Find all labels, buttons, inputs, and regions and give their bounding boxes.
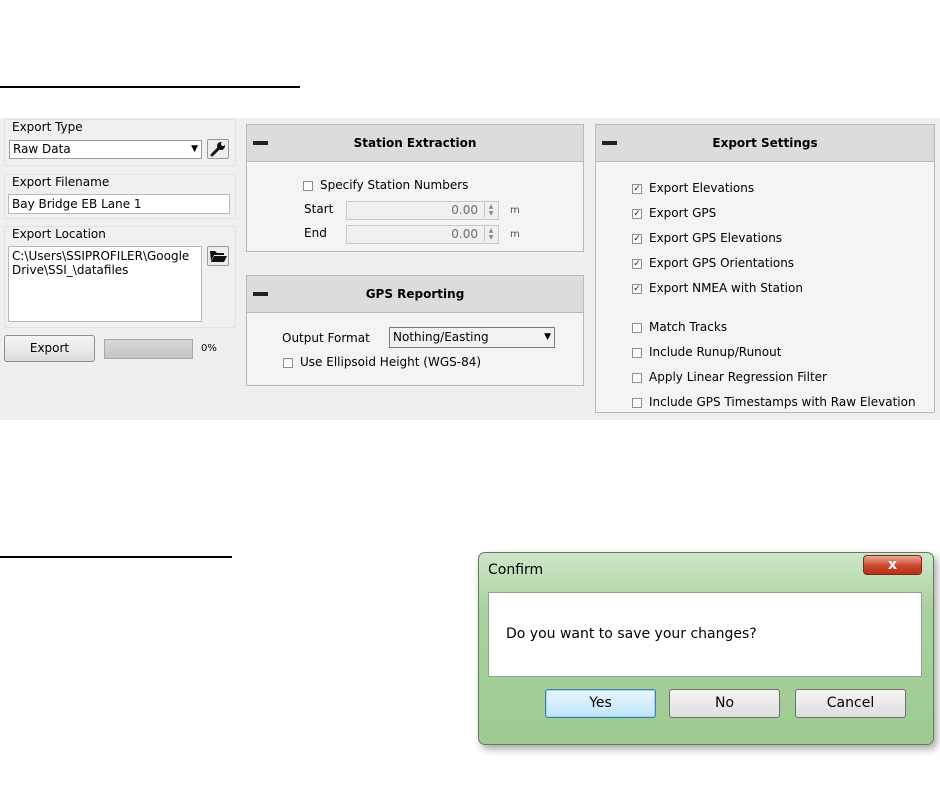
chevron-down-icon: ▼ bbox=[191, 144, 198, 154]
specify-station-label: Specify Station Numbers bbox=[320, 178, 469, 192]
station-extraction-section: Station Extraction Specify Station Numbe… bbox=[246, 124, 584, 252]
stepper-arrows-icon[interactable]: ▲ ▼ bbox=[484, 203, 497, 218]
export-panel: Export Type Raw Data ▼ Export Filename B… bbox=[0, 118, 940, 420]
start-label: Start bbox=[304, 202, 334, 216]
export-option-checkbox[interactable] bbox=[632, 398, 642, 408]
yes-button[interactable]: Yes bbox=[545, 689, 656, 718]
export-option-label: Export Elevations bbox=[649, 181, 755, 195]
export-option-label: Include GPS Timestamps with Raw Elevatio… bbox=[649, 395, 916, 409]
export-option-checkbox[interactable] bbox=[632, 348, 642, 358]
export-type-value: Raw Data bbox=[13, 142, 71, 156]
wrench-icon bbox=[210, 142, 225, 157]
export-settings-header[interactable]: Export Settings bbox=[596, 125, 934, 162]
end-stepper[interactable]: 0.00 ▲ ▼ bbox=[346, 225, 499, 244]
specify-station-checkbox[interactable] bbox=[303, 181, 313, 191]
ellipsoid-height-label: Use Ellipsoid Height (WGS-84) bbox=[300, 355, 482, 369]
export-button[interactable]: Export bbox=[4, 335, 95, 362]
cancel-button[interactable]: Cancel bbox=[795, 689, 906, 718]
export-option-checkbox[interactable]: ✓ bbox=[632, 259, 642, 269]
gps-reporting-section: GPS Reporting Output Format Nothing/East… bbox=[246, 275, 584, 386]
close-icon: x bbox=[887, 557, 898, 573]
dialog-body: Do you want to save your changes? bbox=[488, 592, 922, 677]
export-settings-title: Export Settings bbox=[712, 136, 818, 150]
export-filename-label: Export Filename bbox=[12, 175, 110, 189]
end-label: End bbox=[304, 226, 327, 240]
no-button[interactable]: No bbox=[669, 689, 780, 718]
gps-reporting-title: GPS Reporting bbox=[365, 287, 465, 301]
export-option-checkbox[interactable]: ✓ bbox=[632, 184, 642, 194]
browse-folder-button[interactable] bbox=[207, 246, 229, 266]
station-extraction-title: Station Extraction bbox=[353, 136, 477, 150]
station-extraction-header[interactable]: Station Extraction bbox=[247, 125, 583, 162]
export-filename-input[interactable]: Bay Bridge EB Lane 1 bbox=[8, 194, 230, 214]
export-option-checkbox[interactable]: ✓ bbox=[632, 234, 642, 244]
dialog-title: Confirm bbox=[488, 562, 544, 578]
output-format-value: Nothing/Easting bbox=[393, 330, 489, 344]
start-value: 0.00 bbox=[451, 203, 478, 217]
chevron-down-icon: ▼ bbox=[544, 332, 551, 342]
export-option-label: Include Runup/Runout bbox=[649, 345, 782, 359]
export-type-label: Export Type bbox=[12, 120, 83, 134]
export-option-checkbox[interactable]: ✓ bbox=[632, 209, 642, 219]
confirm-dialog: Confirm x Do you want to save your chang… bbox=[478, 552, 934, 745]
progress-percent: 0% bbox=[201, 343, 217, 354]
export-option-checkbox[interactable] bbox=[632, 323, 642, 333]
export-location-label: Export Location bbox=[12, 227, 106, 241]
export-option-label: Export GPS bbox=[649, 206, 717, 220]
output-format-label: Output Format bbox=[282, 331, 370, 345]
close-button[interactable]: x bbox=[863, 555, 922, 575]
settings-button[interactable] bbox=[207, 139, 229, 159]
end-unit: m bbox=[510, 229, 520, 240]
gps-reporting-header[interactable]: GPS Reporting bbox=[247, 276, 583, 313]
ellipsoid-height-checkbox[interactable] bbox=[283, 358, 293, 368]
folder-open-icon bbox=[210, 251, 227, 262]
mid-rule bbox=[0, 556, 232, 558]
top-rule bbox=[0, 86, 300, 88]
export-option-label: Export GPS Elevations bbox=[649, 231, 783, 245]
export-option-label: Export NMEA with Station bbox=[649, 281, 803, 295]
export-option-label: Export GPS Orientations bbox=[649, 256, 795, 270]
stepper-arrows-icon[interactable]: ▲ ▼ bbox=[484, 227, 497, 242]
export-option-label: Apply Linear Regression Filter bbox=[649, 370, 827, 384]
start-stepper[interactable]: 0.00 ▲ ▼ bbox=[346, 201, 499, 220]
export-type-select[interactable]: Raw Data ▼ bbox=[9, 140, 202, 159]
export-option-label: Match Tracks bbox=[649, 320, 728, 334]
export-settings-section: Export Settings ✓ Export Elevations ✓ Expor… bbox=[595, 124, 935, 413]
start-unit: m bbox=[510, 205, 520, 216]
end-value: 0.00 bbox=[451, 227, 478, 241]
dialog-message: Do you want to save your changes? bbox=[506, 626, 757, 642]
export-option-checkbox[interactable]: ✓ bbox=[632, 284, 642, 294]
export-progress-bar bbox=[104, 339, 193, 359]
output-format-select[interactable]: Nothing/Easting ▼ bbox=[389, 327, 555, 348]
export-location-input[interactable]: C:\Users\SSIPROFILER\Google Drive\SSI_\d… bbox=[8, 246, 202, 322]
export-option-checkbox[interactable] bbox=[632, 373, 642, 383]
